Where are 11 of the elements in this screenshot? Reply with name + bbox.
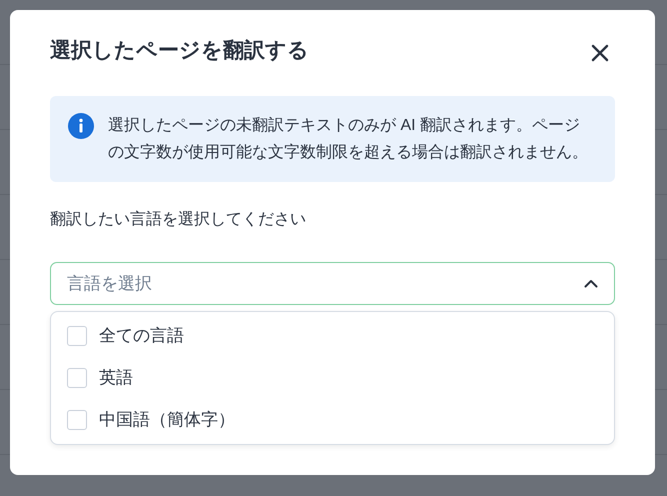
checkbox[interactable] xyxy=(67,326,87,346)
option-label[interactable]: 英語 xyxy=(99,365,133,391)
close-icon xyxy=(590,42,610,63)
notice-text: 選択したページの未翻訳テキストのみが AI 翻訳されます。ページの文字数が使用可能な文字数制限を超える場合は翻訳されません。 xyxy=(108,116,589,163)
prompt-label: 翻訳したい言語を選択してください xyxy=(50,210,307,230)
option-label[interactable]: 全ての言語 xyxy=(99,323,184,349)
checkbox[interactable] xyxy=(67,368,87,388)
info-icon xyxy=(68,113,94,139)
checkbox[interactable] xyxy=(67,410,87,430)
option-label[interactable]: 中国語（簡体字） xyxy=(99,407,235,433)
dialog-title: 選択したページを翻訳する xyxy=(50,38,309,64)
